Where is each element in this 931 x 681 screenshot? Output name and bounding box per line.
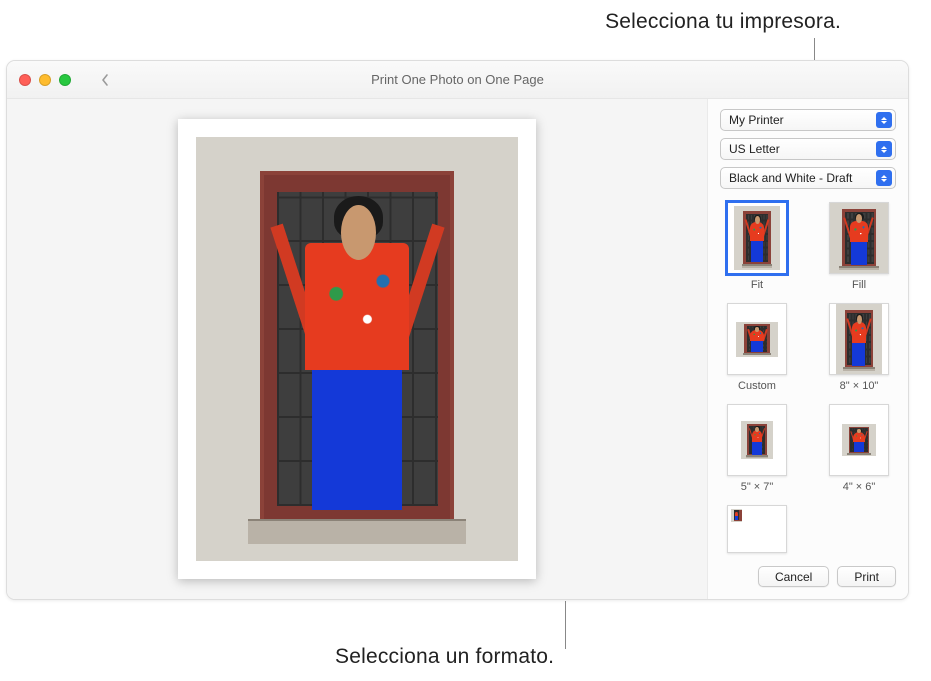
format-thumbnail — [727, 404, 787, 476]
callout-line — [565, 601, 566, 649]
format-label: 5" × 7" — [741, 481, 774, 493]
titlebar: Print One Photo on One Page — [7, 61, 908, 99]
printer-select[interactable]: My Printer — [720, 109, 896, 131]
format-label: 8" × 10" — [840, 380, 879, 392]
close-window-button[interactable] — [19, 74, 31, 86]
print-options-sidebar: My Printer US Letter Black and White - D… — [708, 99, 908, 599]
format-option-4x6[interactable]: 4" × 6" — [822, 404, 896, 493]
format-label: Fit — [751, 279, 763, 291]
back-button[interactable] — [95, 70, 115, 90]
window-title: Print One Photo on One Page — [7, 72, 908, 87]
format-thumbnail — [727, 202, 787, 274]
print-preview-page — [178, 119, 536, 579]
format-grid: Fit Fill Custom — [720, 202, 896, 558]
format-thumbnail — [829, 404, 889, 476]
print-preview-area — [7, 99, 708, 599]
format-option-8x10[interactable]: 8" × 10" — [822, 303, 896, 392]
cancel-button[interactable]: Cancel — [758, 566, 829, 587]
callout-select-format: Selecciona un formato. — [335, 645, 554, 669]
format-label: Fill — [852, 279, 866, 291]
paper-size-value: US Letter — [729, 142, 780, 156]
format-option-fill[interactable]: Fill — [822, 202, 896, 291]
format-thumbnail — [829, 202, 889, 274]
zoom-window-button[interactable] — [59, 74, 71, 86]
format-thumbnail — [727, 505, 787, 553]
updown-icon — [876, 170, 892, 186]
quality-select-value: Black and White - Draft — [729, 171, 852, 185]
paper-size-select[interactable]: US Letter — [720, 138, 896, 160]
preview-photo — [196, 137, 518, 561]
format-option-contact-sheet[interactable] — [720, 505, 794, 558]
dialog-content: My Printer US Letter Black and White - D… — [7, 99, 908, 599]
format-label: 4" × 6" — [843, 481, 876, 493]
print-button[interactable]: Print — [837, 566, 896, 587]
minimize-window-button[interactable] — [39, 74, 51, 86]
updown-icon — [876, 112, 892, 128]
printer-select-value: My Printer — [729, 113, 784, 127]
format-thumbnail — [727, 303, 787, 375]
quality-select[interactable]: Black and White - Draft — [720, 167, 896, 189]
callout-select-printer: Selecciona tu impresora. — [605, 10, 841, 34]
format-option-fit[interactable]: Fit — [720, 202, 794, 291]
window-controls — [19, 74, 71, 86]
format-option-5x7[interactable]: 5" × 7" — [720, 404, 794, 493]
updown-icon — [876, 141, 892, 157]
dialog-buttons: Cancel Print — [720, 566, 896, 587]
format-label: Custom — [738, 380, 776, 392]
format-option-custom[interactable]: Custom — [720, 303, 794, 392]
format-thumbnail — [829, 303, 889, 375]
print-dialog-window: Print One Photo on One Page My — [6, 60, 909, 600]
